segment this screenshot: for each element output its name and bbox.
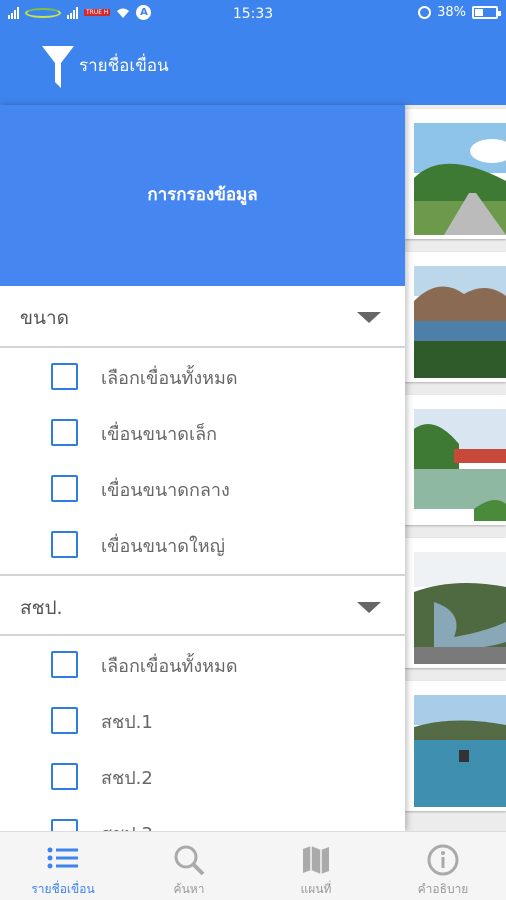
app-header: รายชื่อเขื่อน bbox=[0, 28, 506, 105]
checkbox[interactable] bbox=[51, 707, 78, 734]
dropdown-arrow-icon[interactable] bbox=[357, 602, 381, 613]
bottom-navigation: รายชื่อเขื่อน ค้นหา แผนที่ คำอธิบาย bbox=[0, 831, 506, 900]
dam-list bbox=[405, 105, 506, 831]
list-item[interactable] bbox=[405, 109, 506, 239]
tab-info[interactable]: คำอธิบาย bbox=[380, 832, 506, 900]
option-office-1[interactable]: สชป.1 bbox=[0, 693, 405, 749]
option-label: เขื่อนขนาดเล็ก bbox=[101, 424, 218, 445]
alarm-icon bbox=[418, 6, 432, 19]
filter-icon[interactable] bbox=[42, 46, 74, 88]
drawer-header: การกรองข้อมูล bbox=[0, 105, 405, 286]
section-title: สชป. bbox=[20, 597, 63, 619]
search-icon bbox=[174, 845, 205, 876]
drawer-title: การกรองข้อมูล bbox=[147, 185, 258, 205]
dam-thumbnail bbox=[414, 552, 506, 664]
dam-thumbnail bbox=[414, 123, 506, 235]
checkbox[interactable] bbox=[51, 819, 78, 831]
checkbox[interactable] bbox=[51, 419, 78, 446]
tab-label: แผนที่ bbox=[300, 882, 332, 896]
info-icon bbox=[427, 844, 459, 876]
battery-icon bbox=[472, 6, 501, 19]
list-item[interactable] bbox=[405, 681, 506, 811]
status-bar: TRUE H A 15:33 38% bbox=[0, 0, 506, 28]
option-label: เลือกเขื่อนทั้งหมด bbox=[101, 656, 238, 677]
checkbox[interactable] bbox=[51, 363, 78, 390]
tab-label: คำอธิบาย bbox=[417, 882, 469, 896]
checkbox[interactable] bbox=[51, 763, 78, 790]
checkbox[interactable] bbox=[51, 651, 78, 678]
option-office-3[interactable]: สชป.3 bbox=[0, 805, 405, 831]
filter-drawer: การกรองข้อมูล ขนาด เลือกเขื่อนทั้งหมด เข… bbox=[0, 105, 405, 831]
dam-thumbnail bbox=[414, 695, 506, 807]
option-medium-dam[interactable]: เขื่อนขนาดกลาง bbox=[0, 461, 405, 517]
option-large-dam[interactable]: เขื่อนขนาดใหญ่ bbox=[0, 517, 405, 573]
option-label: สชป.2 bbox=[101, 768, 153, 789]
option-label: เขื่อนขนาดใหญ่ bbox=[101, 536, 225, 557]
option-label: สชป.1 bbox=[101, 712, 153, 733]
map-icon bbox=[303, 846, 329, 874]
option-select-all[interactable]: เลือกเขื่อนทั้งหมด bbox=[0, 349, 405, 405]
option-label: เขื่อนขนาดกลาง bbox=[101, 480, 230, 501]
list-item[interactable] bbox=[405, 252, 506, 382]
checkbox[interactable] bbox=[51, 475, 78, 502]
list-icon bbox=[47, 847, 78, 869]
option-label: เลือกเขื่อนทั้งหมด bbox=[101, 368, 238, 389]
list-item[interactable] bbox=[405, 395, 506, 525]
list-item[interactable] bbox=[405, 538, 506, 668]
tab-search[interactable]: ค้นหา bbox=[126, 832, 252, 900]
dropdown-arrow-icon[interactable] bbox=[357, 312, 381, 323]
tab-map[interactable]: แผนที่ bbox=[253, 832, 379, 900]
dam-thumbnail bbox=[414, 266, 506, 378]
option-select-all[interactable]: เลือกเขื่อนทั้งหมด bbox=[0, 637, 405, 693]
section-title: ขนาด bbox=[20, 307, 69, 329]
dam-thumbnail bbox=[414, 409, 506, 521]
tab-label: รายชื่อเขื่อน bbox=[31, 882, 95, 896]
section-size[interactable]: ขนาด bbox=[0, 286, 405, 348]
option-small-dam[interactable]: เขื่อนขนาดเล็ก bbox=[0, 405, 405, 461]
option-label: สชป.3 bbox=[101, 819, 153, 831]
section-office[interactable]: สชป. bbox=[0, 574, 405, 636]
tab-label: ค้นหา bbox=[173, 882, 205, 896]
page-title: รายชื่อเขื่อน bbox=[79, 56, 169, 76]
checkbox[interactable] bbox=[51, 531, 78, 558]
option-office-2[interactable]: สชป.2 bbox=[0, 749, 405, 805]
tab-dam-list[interactable]: รายชื่อเขื่อน bbox=[0, 832, 126, 900]
battery-percent: 38% bbox=[437, 5, 466, 20]
